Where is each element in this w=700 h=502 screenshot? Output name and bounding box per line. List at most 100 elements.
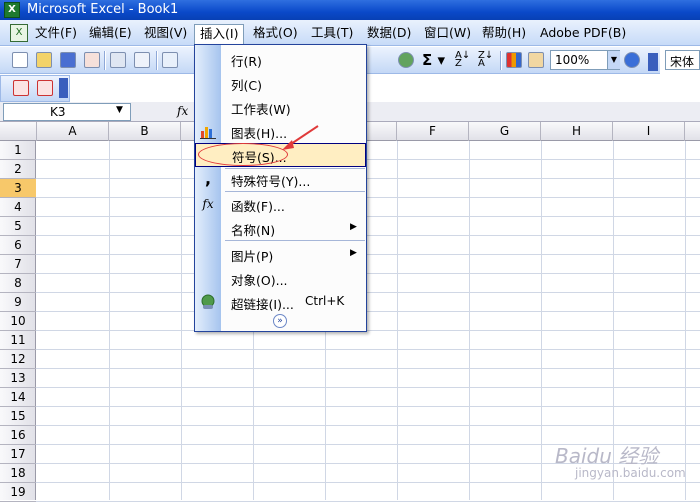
menu-insert[interactable]: 插入(I) [194, 24, 245, 46]
chevron-down-icon[interactable]: ▼ [607, 51, 620, 69]
grid-line [36, 159, 700, 160]
row-header[interactable]: 1 [0, 141, 36, 160]
insert-row-item[interactable]: 行(R) [195, 47, 366, 71]
column-header[interactable]: I [613, 122, 685, 141]
row-header[interactable]: 4 [0, 198, 36, 217]
drawing-icon[interactable] [528, 52, 544, 68]
grid-line [36, 330, 700, 331]
row-header[interactable]: 18 [0, 464, 36, 483]
menu-format[interactable]: 格式(O) [248, 24, 303, 42]
menu-item-label: 工作表(W) [231, 102, 291, 117]
insert-picture-item[interactable]: 图片(P) ▶ [195, 242, 366, 266]
row-header[interactable]: 9 [0, 293, 36, 312]
chart-wizard-icon[interactable] [506, 52, 522, 68]
pdf-toolbar [0, 75, 70, 102]
menu-edit[interactable]: 编辑(E) [84, 24, 137, 42]
shortcut-label: Ctrl+K [305, 294, 345, 308]
sort-descending-icon[interactable]: Z↓ A [478, 51, 493, 69]
row-header[interactable]: 16 [0, 426, 36, 445]
toolbar-separator [156, 51, 158, 70]
menu-help[interactable]: 帮助(H) [477, 24, 531, 42]
function-icon[interactable]: fx [177, 104, 188, 118]
menu-item-label: 函数(F)... [231, 199, 285, 214]
row-header[interactable]: 8 [0, 274, 36, 293]
column-header[interactable]: A [37, 122, 109, 141]
autosum-icon[interactable]: Σ ▾ [422, 51, 445, 69]
toolbar-options-icon[interactable] [59, 78, 68, 98]
row-header[interactable]: 2 [0, 160, 36, 179]
excel-icon: X [4, 2, 20, 18]
print-preview-icon[interactable] [134, 52, 150, 68]
insert-worksheet-item[interactable]: 工作表(W) [195, 95, 366, 119]
grid-line [181, 141, 182, 500]
column-header[interactable]: H [541, 122, 613, 141]
row-header[interactable]: 13 [0, 369, 36, 388]
insert-function-item[interactable]: fx 函数(F)... [195, 192, 366, 216]
open-icon[interactable] [36, 52, 52, 68]
insert-hyperlink-item[interactable]: 超链接(I)... Ctrl+K [195, 290, 366, 314]
select-all-corner[interactable] [0, 122, 37, 141]
grid-line [36, 178, 700, 179]
help-icon[interactable] [624, 52, 640, 68]
menu-file[interactable]: 文件(F) [30, 24, 82, 42]
row-header[interactable]: 12 [0, 350, 36, 369]
chevron-down-icon[interactable]: ▼ [116, 105, 123, 115]
font-select[interactable]: 宋体 [665, 50, 700, 70]
row-header[interactable]: 5 [0, 217, 36, 236]
grid-line [397, 141, 398, 500]
column-header[interactable]: F [397, 122, 469, 141]
spelling-icon[interactable] [162, 52, 178, 68]
sort-ascending-icon[interactable]: A↓ Z [455, 51, 470, 69]
column-header[interactable]: G [469, 122, 541, 141]
menu-item-label: 行(R) [231, 54, 262, 69]
row-header[interactable]: 7 [0, 255, 36, 274]
workbook-icon[interactable]: X [10, 24, 28, 42]
toolbar-options-icon[interactable] [648, 53, 658, 71]
grid-line [36, 349, 700, 350]
row-header[interactable]: 3 [0, 179, 36, 198]
print-icon[interactable] [110, 52, 126, 68]
insert-menu-dropdown: 行(R) 列(C) 工作表(W) 图表(H)... 符号(S)... , 特殊符… [194, 44, 367, 332]
menu-window[interactable]: 窗口(W) [419, 24, 476, 42]
grid-line [36, 254, 700, 255]
insert-special-symbol-item[interactable]: , 特殊符号(Y)... [195, 167, 366, 191]
menu-item-label: 特殊符号(Y)... [231, 174, 311, 189]
menu-item-label: 图片(P) [231, 249, 274, 264]
submenu-arrow-icon: ▶ [350, 248, 357, 258]
row-header[interactable]: 15 [0, 407, 36, 426]
grid-line [109, 141, 110, 500]
row-header[interactable]: 11 [0, 331, 36, 350]
row-header[interactable]: 17 [0, 445, 36, 464]
pdf-email-icon[interactable] [37, 80, 53, 96]
menu-data[interactable]: 数据(D) [362, 24, 416, 42]
new-icon[interactable] [12, 52, 28, 68]
zoom-value: 100% [555, 53, 590, 67]
hyperlink-icon[interactable] [398, 52, 414, 68]
row-header[interactable]: 14 [0, 388, 36, 407]
menu-view[interactable]: 视图(V) [139, 24, 192, 42]
save-icon[interactable] [60, 52, 76, 68]
submenu-arrow-icon: ▶ [350, 222, 357, 232]
insert-column-item[interactable]: 列(C) [195, 71, 366, 95]
menu-item-label: 对象(O)... [231, 273, 288, 288]
row-header[interactable]: 6 [0, 236, 36, 255]
expand-menu-icon[interactable]: » [273, 314, 287, 328]
grid-line [36, 311, 700, 312]
row-header[interactable]: 19 [0, 483, 36, 502]
row-header[interactable]: 10 [0, 312, 36, 331]
pdf-convert-icon[interactable] [13, 80, 29, 96]
column-header[interactable]: B [109, 122, 181, 141]
grid-line [36, 368, 700, 369]
grid-line [36, 425, 700, 426]
menu-adobe-pdf[interactable]: Adobe PDF(B) [535, 24, 631, 42]
grid-line [36, 273, 700, 274]
zoom-select[interactable]: 100% ▼ [550, 50, 620, 70]
insert-object-item[interactable]: 对象(O)... [195, 266, 366, 290]
menu-tools[interactable]: 工具(T) [306, 24, 358, 42]
insert-name-item[interactable]: 名称(N) ▶ [195, 216, 366, 240]
watermark: Baidu 经验 jingyan.baidu.com [555, 440, 700, 500]
name-box[interactable]: K3 ▼ [3, 103, 131, 121]
grid-line [36, 197, 700, 198]
permission-icon[interactable] [84, 52, 100, 68]
chart-icon [200, 123, 216, 139]
